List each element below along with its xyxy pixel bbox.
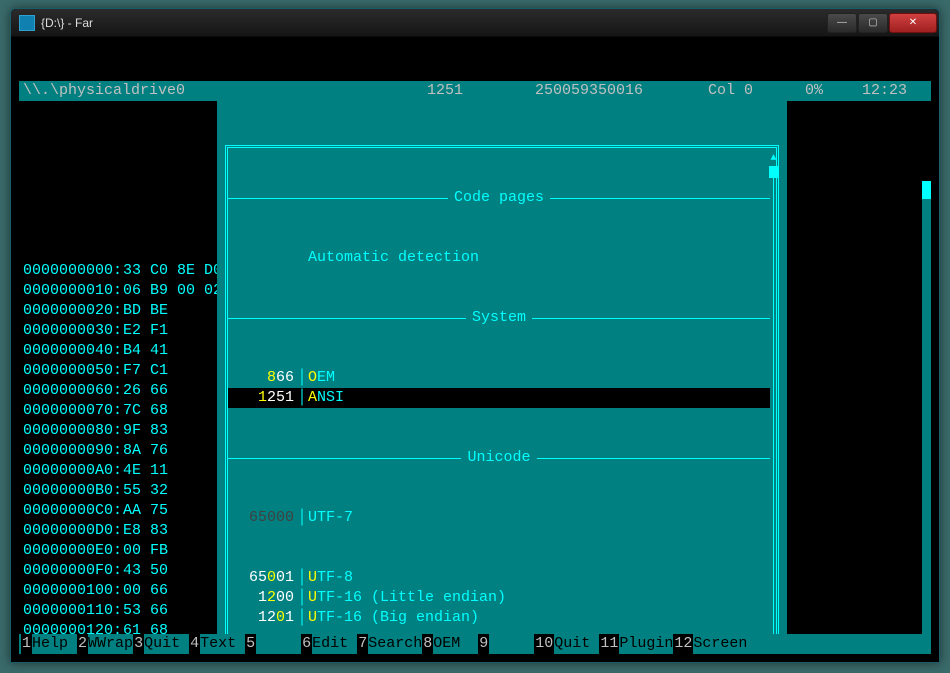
status-percent: 0%	[753, 81, 823, 101]
keybar-item[interactable]: 4Text	[189, 634, 245, 654]
keybar-item[interactable]: 2WWrap	[77, 634, 133, 654]
keybar-item[interactable]: 5	[245, 634, 301, 654]
keybar-item[interactable]: 7Search	[357, 634, 422, 654]
keybar-item[interactable]: 1Help	[21, 634, 77, 654]
codepage-item[interactable]: 1201│UTF-16 (Big endian)	[228, 608, 770, 628]
status-bar: \\.\physicaldrive0 1251 250059350016 Col…	[19, 81, 931, 101]
status-time: 12:23	[823, 81, 927, 101]
status-size: 250059350016	[463, 81, 643, 101]
section-system: System	[228, 308, 770, 328]
dialog-scrollbar-thumb[interactable]	[769, 166, 778, 178]
codepage-item[interactable]: 65001│UTF-8	[228, 568, 770, 588]
console: \\.\physicaldrive0 1251 250059350016 Col…	[19, 41, 931, 654]
window-title: {D:\} - Far	[41, 16, 826, 30]
status-path: \\.\physicaldrive0	[23, 81, 383, 101]
keybar-item[interactable]: 11Plugin	[599, 634, 673, 654]
scrollbar[interactable]	[922, 181, 931, 654]
app-window: {D:\} - Far — ▢ ✕ \\.\physicaldrive0 125…	[10, 8, 940, 663]
keybar-item[interactable]: 10Quit	[534, 634, 599, 654]
dialog-title: Code pages	[228, 188, 770, 208]
keybar-item[interactable]: 9	[478, 634, 534, 654]
keybar: 1Help 2WWrap3Quit 4Text 5 6Edit 7Search8…	[19, 634, 931, 654]
chevron-up-icon[interactable]: ▲	[769, 154, 778, 164]
dialog-scrollbar[interactable]: ▲ ▼	[769, 166, 778, 654]
codepage-item[interactable]: 1200│UTF-16 (Little endian)	[228, 588, 770, 608]
scrollbar-thumb[interactable]	[922, 181, 931, 199]
keybar-item[interactable]: 6Edit	[301, 634, 357, 654]
codepage-item: 65000│ UTF-7	[228, 508, 770, 528]
codepage-item[interactable]: 1251│ANSI	[228, 388, 770, 408]
keybar-item[interactable]: 3Quit	[133, 634, 189, 654]
status-codepage: 1251	[383, 81, 463, 101]
maximize-button[interactable]: ▢	[858, 13, 888, 33]
app-icon	[19, 15, 35, 31]
close-button[interactable]: ✕	[889, 13, 937, 33]
codepage-dialog: Code pages Automatic detection System 86…	[217, 101, 787, 654]
section-unicode: Unicode	[228, 448, 770, 468]
codepage-item[interactable]: 866│OEM	[228, 368, 770, 388]
keybar-item[interactable]: 8OEM	[422, 634, 478, 654]
titlebar[interactable]: {D:\} - Far — ▢ ✕	[11, 9, 939, 37]
auto-detection-item[interactable]: Automatic detection	[228, 248, 770, 268]
status-col: Col 0	[643, 81, 753, 101]
minimize-button[interactable]: —	[827, 13, 857, 33]
keybar-item[interactable]: 12Screen	[673, 634, 747, 654]
